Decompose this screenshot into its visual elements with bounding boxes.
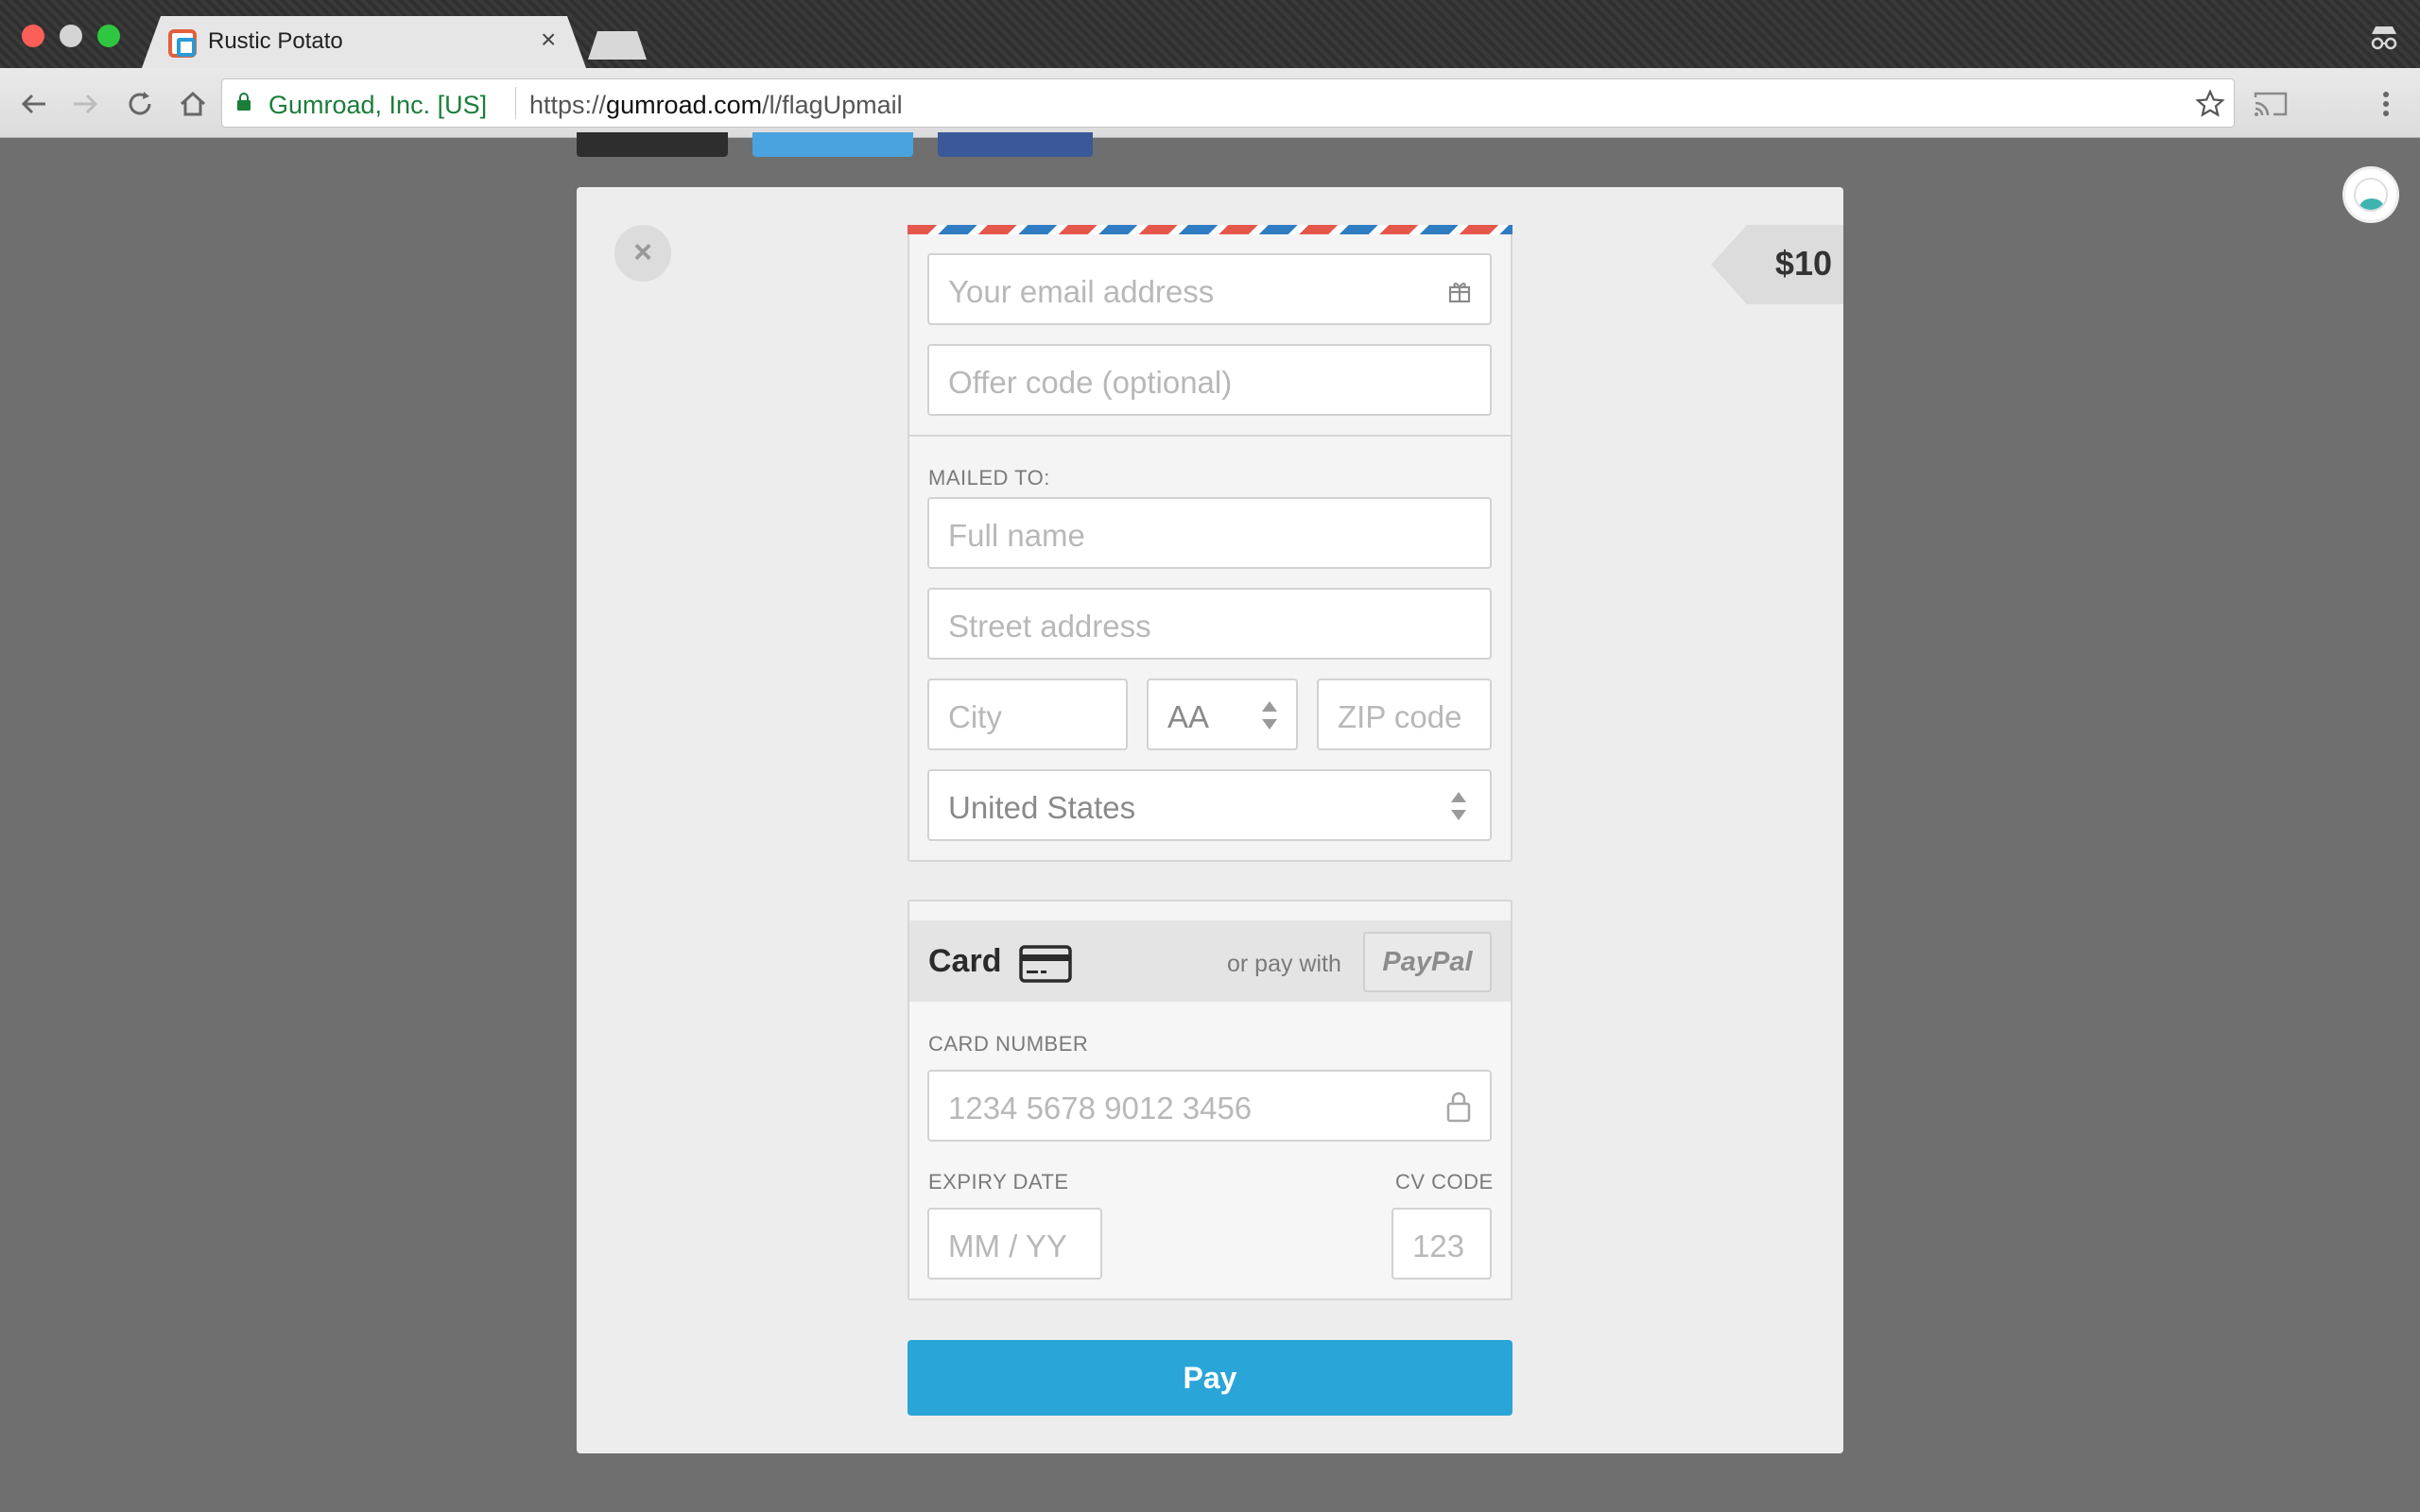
full-name-placeholder: Full name	[948, 518, 1085, 553]
gumroad-favicon-icon	[168, 29, 197, 58]
state-value: AA	[1167, 699, 1210, 734]
url-path: /l/flagUpmail	[762, 91, 903, 119]
full-name-field[interactable]: Full name	[927, 497, 1492, 569]
url-separator	[515, 87, 516, 119]
site-identity[interactable]: Gumroad, Inc. [US]	[268, 91, 487, 120]
back-arrow-icon[interactable]	[17, 87, 51, 121]
email-share-button[interactable]	[577, 132, 728, 157]
cv-code-placeholder: 123	[1412, 1228, 1465, 1263]
cv-code-label: CV CODE	[1395, 1170, 1494, 1194]
cast-icon[interactable]	[2253, 90, 2289, 118]
email-field[interactable]: Your email address	[927, 253, 1492, 325]
card-number-placeholder: 1234 5678 9012 3456	[948, 1091, 1253, 1125]
zip-code-field[interactable]: ZIP code	[1317, 679, 1492, 750]
card-number-field[interactable]: 1234 5678 9012 3456	[927, 1070, 1492, 1142]
country-value: United States	[948, 790, 1136, 825]
padlock-icon	[1446, 1091, 1471, 1123]
lock-icon	[237, 93, 251, 111]
tweet-share-button[interactable]	[752, 132, 913, 157]
state-select-arrows-icon	[1262, 701, 1277, 730]
incognito-icon	[2371, 26, 2397, 50]
expiry-date-label: EXPIRY DATE	[928, 1170, 1069, 1194]
expiry-date-placeholder: MM / YY	[948, 1228, 1067, 1263]
or-pay-with-label: or pay with	[1227, 951, 1341, 977]
expiry-date-field[interactable]: MM / YY	[927, 1208, 1102, 1280]
facebook-share-button[interactable]	[938, 132, 1093, 157]
new-tab-button[interactable]	[588, 31, 647, 60]
url-scheme: https://	[529, 91, 607, 119]
tab-close-button[interactable]: ×	[541, 26, 556, 53]
section-divider	[909, 435, 1511, 437]
url-text[interactable]: https://gumroad.com/l/flagUpmail	[529, 91, 903, 120]
email-placeholder: Your email address	[948, 274, 1215, 309]
bookmark-star-icon[interactable]	[2195, 89, 2225, 119]
window-close-button[interactable]	[22, 25, 44, 47]
credit-card-icon	[1019, 945, 1072, 983]
price-label: $10	[1774, 244, 1832, 283]
gift-icon[interactable]	[1447, 279, 1472, 303]
airmail-stripe	[908, 225, 1512, 234]
state-select[interactable]: AA	[1147, 679, 1298, 750]
tab-title: Rustic Potato	[208, 28, 343, 54]
card-method-label[interactable]: Card	[928, 943, 1001, 980]
address-bar[interactable]	[221, 78, 2235, 128]
city-placeholder: City	[948, 699, 1002, 734]
avatar-image	[2354, 178, 2388, 212]
country-select[interactable]: United States	[927, 769, 1492, 841]
reload-icon[interactable]	[123, 87, 157, 121]
avatar[interactable]	[2342, 166, 2399, 223]
window-maximize-button[interactable]	[97, 25, 120, 47]
street-address-placeholder: Street address	[948, 609, 1151, 644]
mailed-to-label: MAILED TO:	[928, 466, 1050, 490]
window-minimize-button[interactable]	[60, 25, 82, 47]
city-field[interactable]: City	[927, 679, 1128, 750]
street-address-field[interactable]: Street address	[927, 588, 1492, 660]
home-icon[interactable]	[176, 87, 210, 121]
url-host: gumroad.com	[606, 91, 763, 119]
offer-code-placeholder: Offer code (optional)	[948, 365, 1233, 400]
cv-code-field[interactable]: 123	[1392, 1208, 1492, 1280]
paypal-button[interactable]: PayPal	[1363, 932, 1492, 992]
country-select-arrows-icon	[1451, 792, 1466, 820]
zip-code-placeholder: ZIP code	[1338, 699, 1462, 734]
browser-menu-icon[interactable]	[2375, 89, 2397, 119]
forward-arrow-icon[interactable]	[68, 87, 102, 121]
offer-code-field[interactable]: Offer code (optional)	[927, 344, 1492, 416]
close-button[interactable]: ×	[614, 225, 671, 282]
card-number-label: CARD NUMBER	[928, 1032, 1089, 1056]
pay-button[interactable]: Pay	[908, 1340, 1512, 1416]
